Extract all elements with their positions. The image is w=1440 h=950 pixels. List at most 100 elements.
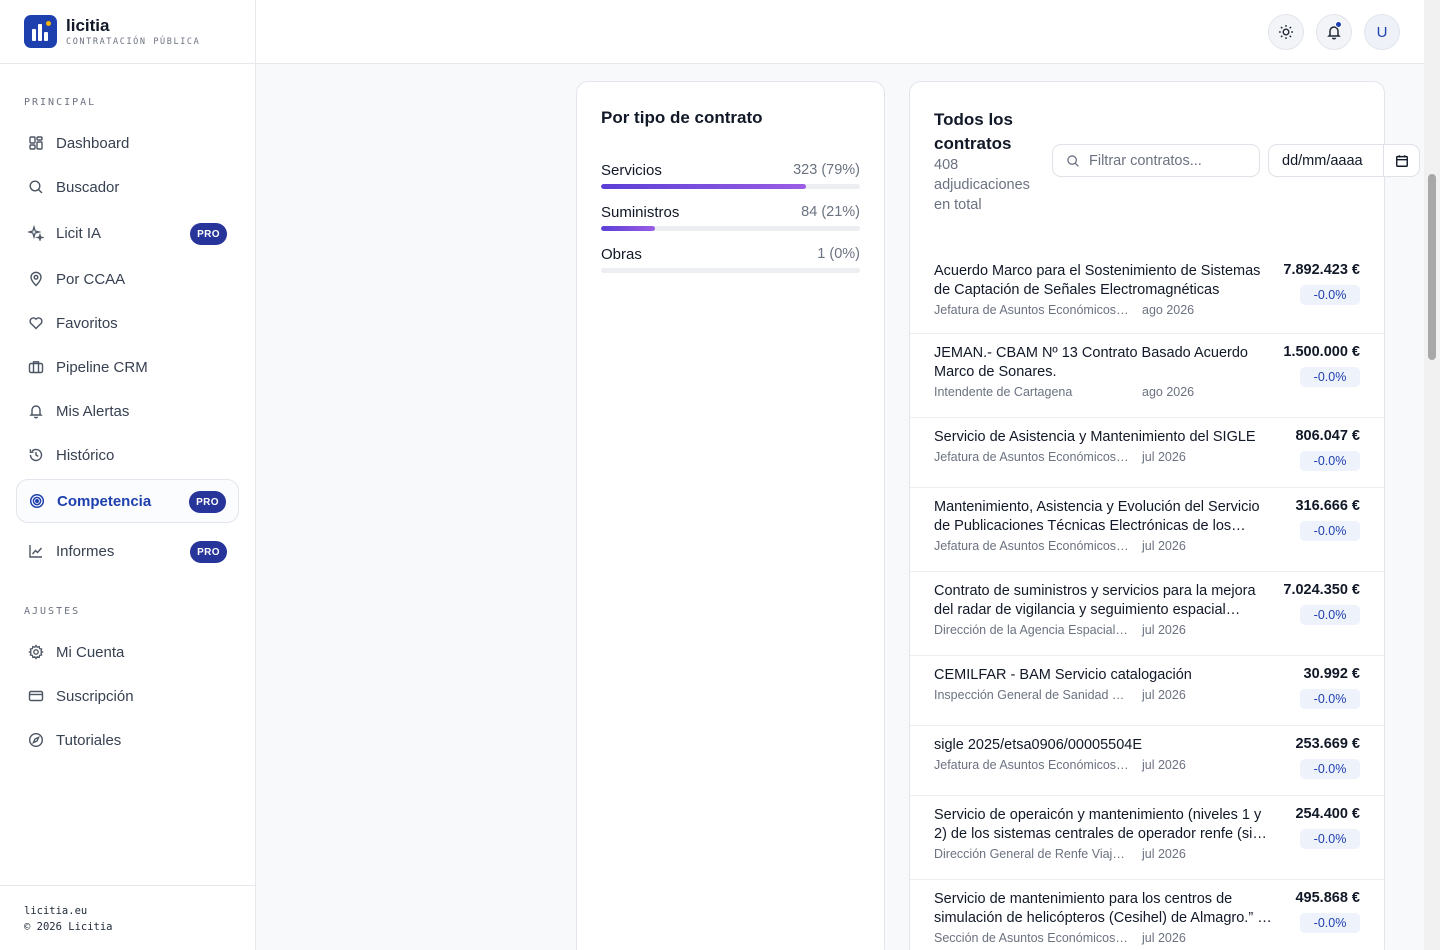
heart-icon	[28, 315, 44, 331]
sidebar-item-informes[interactable]: Informes PRO	[16, 529, 239, 573]
gear-icon	[28, 644, 44, 660]
contract-entity: Jefatura de Asuntos Económicos del Mando…	[934, 450, 1130, 464]
contract-row[interactable]: Mantenimiento, Asistencia y Evolución de…	[910, 488, 1384, 572]
sidebar-item-competencia[interactable]: Competencia PRO	[16, 479, 239, 523]
contract-amount: 30.992 €	[1303, 666, 1360, 682]
contract-row[interactable]: CEMILFAR - BAM Servicio catalogación Insp…	[910, 656, 1384, 726]
contract-change-badge: -0.0%	[1300, 605, 1360, 625]
footer-site-link[interactable]: licitia.eu	[24, 903, 256, 919]
contract-amount: 254.400 €	[1295, 806, 1360, 822]
sidebar-item-licit-ia[interactable]: Licit IA PRO	[16, 211, 239, 255]
contract-row[interactable]: Servicio de mantenimiento para los centr…	[910, 880, 1384, 950]
pro-badge: PRO	[190, 223, 227, 245]
sidebar-footer: licitia.eu © 2026 Licitia	[0, 885, 256, 950]
sidebar-item-favoritos[interactable]: Favoritos	[16, 301, 239, 345]
history-icon	[28, 447, 44, 463]
contract-title: Servicio de Asistencia y Mantenimiento d…	[934, 429, 1256, 445]
sidebar-item-label: Tutoriales	[56, 731, 122, 749]
contract-title: Acuerdo Marco para el Sostenimiento de S…	[934, 263, 1261, 298]
contract-entity: Dirección de la Agencia Espacial Español…	[934, 623, 1130, 637]
contract-type-value: 323 (79%)	[793, 162, 860, 178]
contract-change-badge: -0.0%	[1300, 689, 1360, 709]
contract-title: Servicio de mantenimiento para los centr…	[934, 891, 1274, 926]
contract-amount: 7.892.423 €	[1283, 262, 1360, 278]
contract-entity: Jefatura de Asuntos Económicos del Mando…	[934, 758, 1130, 772]
contract-change-badge: -0.0%	[1300, 451, 1360, 471]
contract-row[interactable]: Contrato de suministros y servicios para…	[910, 572, 1384, 656]
contract-type-bar-track	[601, 226, 860, 231]
notification-dot	[1335, 21, 1342, 28]
contract-filter-input[interactable]: Filtrar contratos...	[1052, 144, 1260, 177]
sidebar-item-buscador[interactable]: Buscador	[16, 165, 239, 209]
sidebar-item-label: Favoritos	[56, 314, 118, 332]
sidebar-item-label: Competencia	[57, 492, 152, 510]
contract-row[interactable]: Servicio de operaicón y mantenimiento (n…	[910, 796, 1384, 880]
contract-type-value: 84 (21%)	[801, 204, 860, 220]
sidebar-item-label: Buscador	[56, 178, 120, 196]
user-avatar[interactable]: U	[1364, 14, 1400, 50]
page-scrollbar[interactable]	[1424, 0, 1440, 950]
contract-date: jul 2026	[1142, 931, 1186, 945]
pro-badge: PRO	[189, 491, 226, 513]
contract-entity: Sección de Asuntos Económicos de la Base	[934, 931, 1130, 945]
sidebar-item-label: Mis Alertas	[56, 402, 130, 420]
sidebar-item-dashboard[interactable]: Dashboard	[16, 121, 239, 165]
sun-icon	[1278, 24, 1294, 40]
theme-toggle-button[interactable]	[1268, 14, 1304, 50]
sidebar-item-label: Suscripción	[56, 687, 134, 705]
briefcase-icon	[28, 359, 44, 375]
scrollbar-thumb[interactable]	[1428, 174, 1436, 360]
contract-title: CEMILFAR - BAM Servicio catalogación	[934, 667, 1192, 683]
sidebar-item-por-ccaa[interactable]: Por CCAA	[16, 257, 239, 301]
contract-amount: 316.666 €	[1295, 498, 1360, 514]
sidebar-item-label: Licit IA	[56, 224, 102, 242]
licitia-logo-icon	[24, 15, 57, 48]
calendar-icon[interactable]	[1383, 145, 1419, 176]
contract-type-row: Obras 1 (0%)	[601, 246, 860, 273]
sidebar-item-pipeline-crm[interactable]: Pipeline CRM	[16, 345, 239, 389]
brand-subtitle: CONTRATACIÓN PÚBLICA	[66, 36, 201, 47]
date-filter-input[interactable]: dd/mm/aaaa	[1268, 144, 1420, 177]
brand[interactable]: licitia CONTRATACIÓN PÚBLICA	[0, 0, 255, 64]
credit-card-icon	[28, 688, 44, 704]
contract-type-bar-fill	[601, 184, 806, 189]
search-icon	[28, 179, 44, 195]
contract-date: ago 2026	[1142, 385, 1195, 399]
section-label-ajustes: AJUSTES	[24, 606, 81, 617]
sidebar-item-tutoriales[interactable]: Tutoriales	[16, 718, 239, 762]
contract-change-badge: -0.0%	[1300, 521, 1360, 541]
sidebar-item-label: Por CCAA	[56, 270, 126, 288]
sidebar-item-label: Mi Cuenta	[56, 643, 125, 661]
contract-date: jul 2026	[1142, 450, 1186, 464]
contract-date: jul 2026	[1142, 758, 1186, 772]
contract-change-badge: -0.0%	[1300, 829, 1360, 849]
contract-row[interactable]: JEMAN.- CBAM Nº 13 Contrato Basado Acuer…	[910, 334, 1384, 418]
sparkles-icon	[28, 225, 44, 241]
contract-change-badge: -0.0%	[1300, 913, 1360, 933]
contract-date: jul 2026	[1142, 539, 1186, 553]
contract-row[interactable]: Acuerdo Marco para el Sostenimiento de S…	[910, 252, 1384, 334]
sidebar-item-historico[interactable]: Histórico	[16, 433, 239, 477]
contract-change-badge: -0.0%	[1300, 285, 1360, 305]
contract-entity: Jefatura de Asuntos Económicos del Mando…	[934, 539, 1130, 553]
map-pin-icon	[28, 271, 44, 287]
contract-change-badge: -0.0%	[1300, 759, 1360, 779]
notifications-button[interactable]	[1316, 14, 1352, 50]
contract-type-bar-fill	[601, 226, 656, 231]
contract-row[interactable]: sigle 2025/etsa0906/00005504E Jefatura de…	[910, 726, 1384, 796]
contracts-count: 408 adjudicaciones en total	[934, 157, 1030, 213]
contract-type-label: Suministros	[601, 204, 680, 221]
contract-type-card: Por tipo de contrato Servicios 323 (79%) S…	[576, 81, 885, 950]
search-icon	[1066, 154, 1080, 168]
contract-row[interactable]: Servicio de Asistencia y Mantenimiento d…	[910, 418, 1384, 488]
bell-icon	[28, 403, 44, 419]
sidebar-item-label: Informes	[56, 542, 115, 560]
contract-list: Acuerdo Marco para el Sostenimiento de S…	[910, 252, 1384, 950]
footer-copyright: © 2026 Licitia	[24, 921, 113, 933]
sidebar-item-suscripcion[interactable]: Suscripción	[16, 674, 239, 718]
contract-type-label: Servicios	[601, 162, 662, 179]
contract-date: jul 2026	[1142, 623, 1186, 637]
contract-type-label: Obras	[601, 246, 642, 263]
sidebar-item-mi-cuenta[interactable]: Mi Cuenta	[16, 630, 239, 674]
sidebar-item-mis-alertas[interactable]: Mis Alertas	[16, 389, 239, 433]
